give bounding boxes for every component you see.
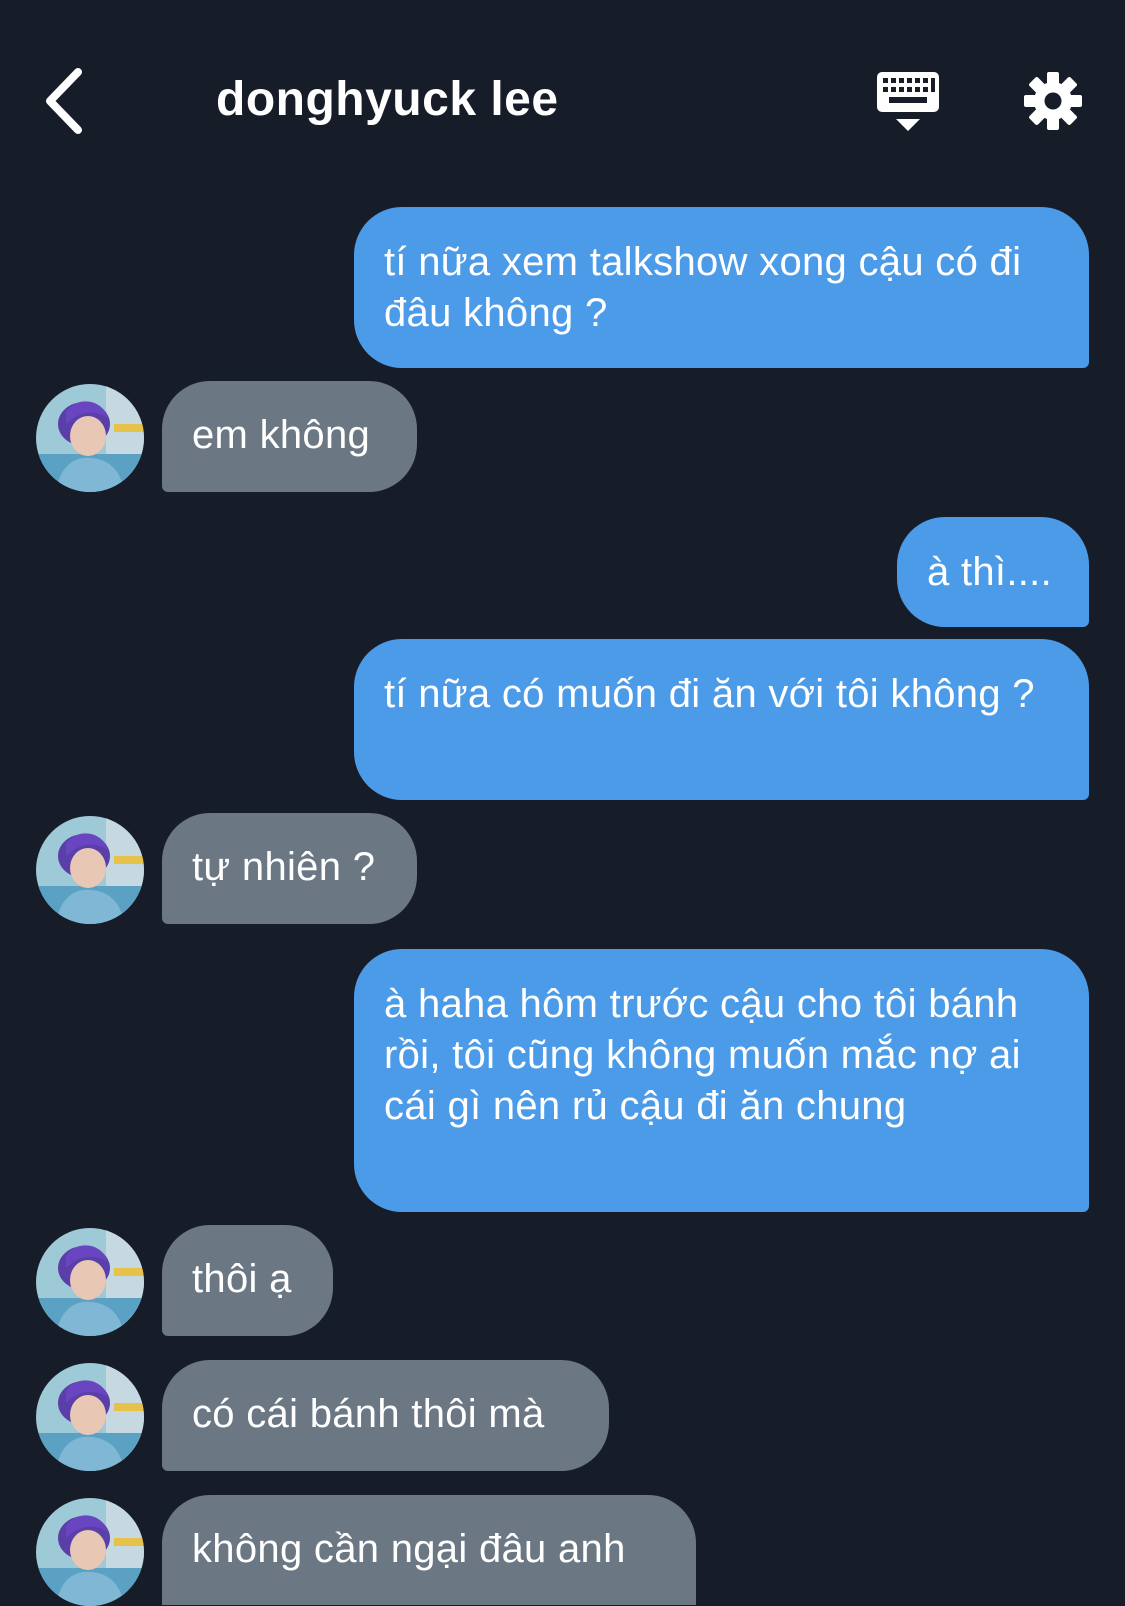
message-text: tí nữa xem talkshow xong cậu có đi đâu k… (384, 240, 1022, 335)
message-bubble-received[interactable]: không cần ngại đâu anh (162, 1495, 696, 1605)
avatar[interactable] (36, 1363, 144, 1471)
avatar[interactable] (36, 1228, 144, 1336)
message-bubble-received[interactable]: thôi ạ (162, 1225, 333, 1336)
avatar[interactable] (36, 1498, 144, 1606)
avatar[interactable] (36, 384, 144, 492)
message-text: tí nữa có muốn đi ăn với tôi không ? (384, 672, 1035, 716)
message-bubble-sent[interactable]: tí nữa có muốn đi ăn với tôi không ? (354, 639, 1089, 800)
message-bubble-received[interactable]: có cái bánh thôi mà (162, 1360, 609, 1471)
message-bubble-sent[interactable]: à haha hôm trước cậu cho tôi bánh rồi, t… (354, 949, 1089, 1212)
message-text: không cần ngại đâu anh (192, 1527, 626, 1571)
message-text: em không (192, 413, 371, 457)
message-text: tự nhiên ? (192, 845, 376, 889)
message-text: có cái bánh thôi mà (192, 1392, 545, 1436)
message-text: à haha hôm trước cậu cho tôi bánh rồi, t… (384, 982, 1021, 1128)
message-bubble-sent[interactable]: à thì.... (897, 517, 1089, 627)
message-bubble-sent[interactable]: tí nữa xem talkshow xong cậu có đi đâu k… (354, 207, 1089, 368)
message-bubble-received[interactable]: tự nhiên ? (162, 813, 417, 924)
message-text: à thì.... (927, 550, 1052, 594)
message-bubble-received[interactable]: em không (162, 381, 417, 492)
avatar[interactable] (36, 816, 144, 924)
message-text: thôi ạ (192, 1257, 292, 1301)
message-list[interactable]: tí nữa xem talkshow xong cậu có đi đâu k… (0, 0, 1125, 1606)
